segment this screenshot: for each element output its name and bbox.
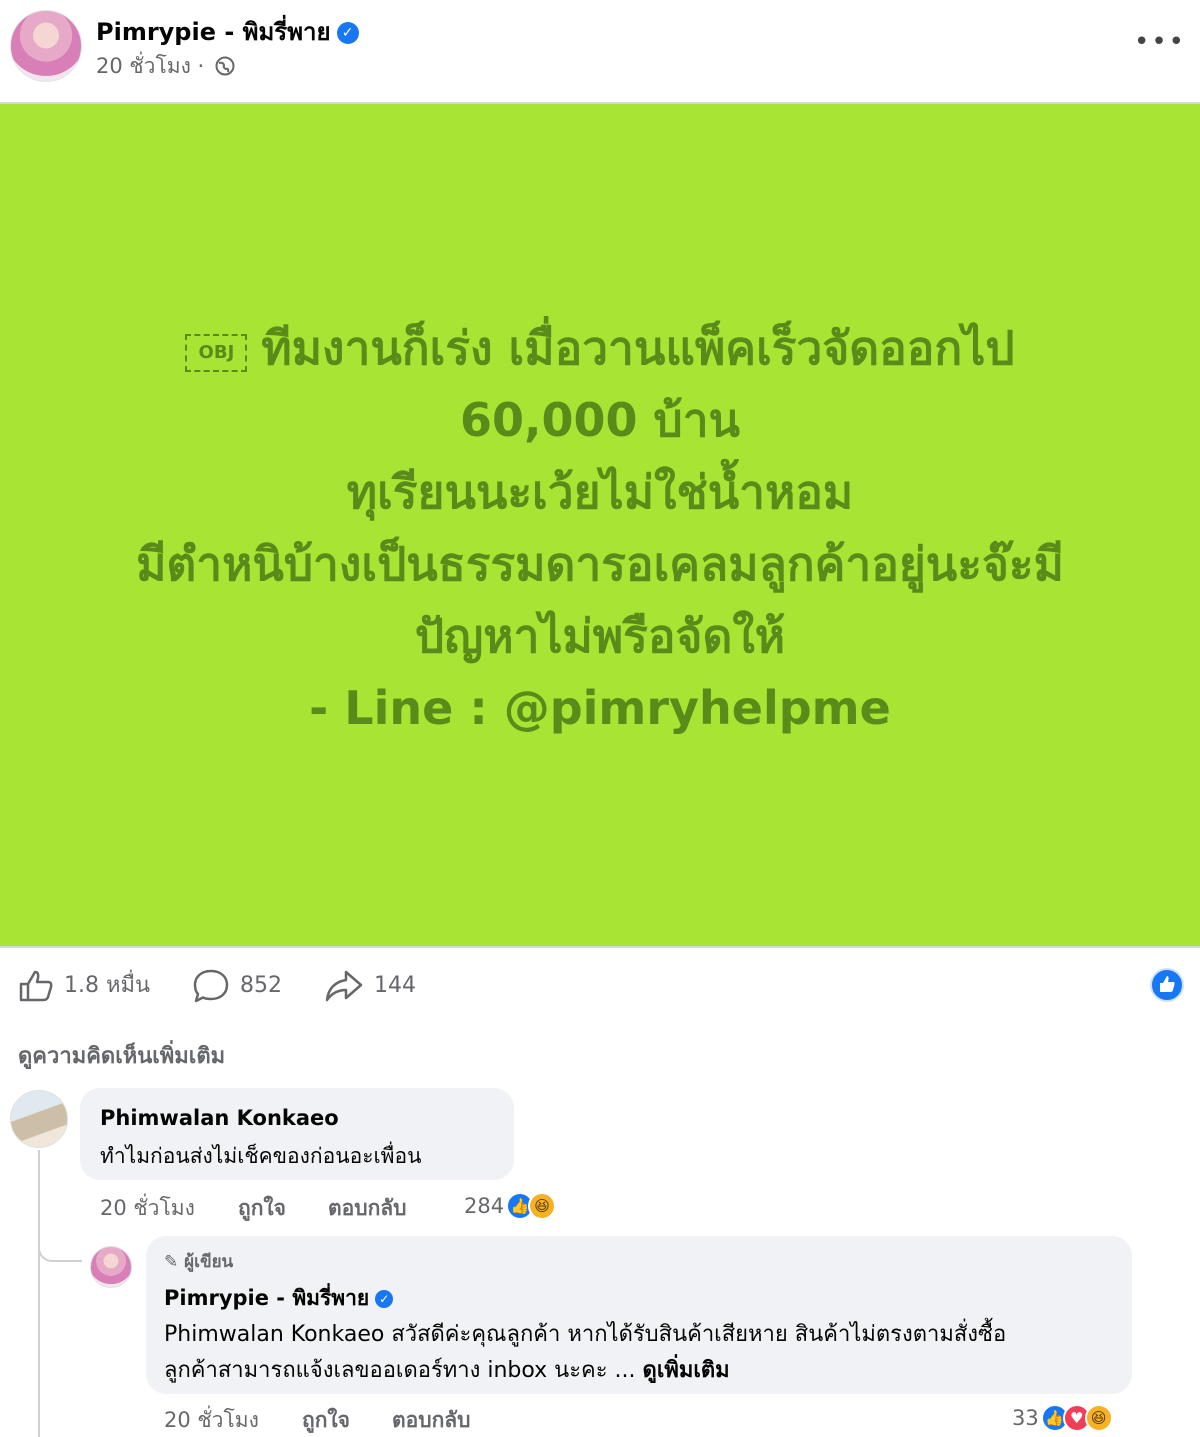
reply-reaction-count: 33	[1012, 1406, 1039, 1430]
more-options-icon[interactable]: •••	[1134, 29, 1184, 55]
comment-reactions[interactable]: 284 👍 😆	[464, 1192, 557, 1222]
thread-connector	[38, 1232, 82, 1262]
reply-reply-button[interactable]: ตอบกลับ	[392, 1404, 471, 1437]
comment-count: 852	[240, 973, 282, 998]
post-stats: 1.8 หมื่น 852 144	[0, 958, 1200, 1014]
reply-reactions[interactable]: 33 👍 ♥ 😆	[1012, 1404, 1113, 1434]
reply-timestamp[interactable]: 20 ชั่วโมง	[164, 1404, 259, 1437]
haha-reaction-icon: 😆	[528, 1192, 557, 1220]
thread-line	[38, 1150, 40, 1437]
reply-author-row: Pimrypie - พิมรี่พาย ✓	[164, 1282, 394, 1315]
page-name-link[interactable]: Pimrypie - พิมรี่พาย	[96, 18, 331, 46]
reply-text-line-2: ลูกค้าสามารถแจ้งเลขออเดอร์ทาง inbox นะคะ…	[164, 1352, 730, 1387]
comment-author[interactable]: Phimwalan Konkaeo	[100, 1106, 339, 1130]
page-avatar[interactable]	[10, 10, 82, 82]
reply-like-button[interactable]: ถูกใจ	[302, 1404, 350, 1437]
verified-badge-icon: ✓	[375, 1290, 394, 1308]
post-line-2: 60,000 บ้าน	[460, 393, 740, 447]
post-line-1: OBJ ทีมงานก็เร่ง เมื่อวานแพ็คเร็วจัดออกไป	[0, 312, 1200, 384]
share-count: 144	[374, 973, 416, 998]
comment-reply-button[interactable]: ตอบกลับ	[328, 1192, 407, 1225]
post-line-6: - Line : @pimryhelpme	[309, 681, 891, 735]
post-meta: 20 ชั่วโมง ·	[96, 50, 235, 83]
comment-timestamp[interactable]: 20 ชั่วโมง	[100, 1192, 195, 1225]
author-tag: ✎ ผู้เขียน	[164, 1248, 233, 1275]
see-more-link[interactable]: ดูเพิ่มเติม	[643, 1358, 730, 1383]
reply-author-avatar[interactable]	[90, 1246, 132, 1288]
page-name-row: Pimrypie - พิมรี่พาย ✓	[96, 12, 359, 51]
pencil-icon: ✎	[164, 1252, 179, 1272]
comment-like-button[interactable]: ถูกใจ	[238, 1192, 286, 1225]
comment-icon	[193, 969, 229, 1003]
globe-icon	[215, 56, 235, 76]
post-line-5: ปัญหาไม่พรือจัดให้	[414, 609, 786, 663]
reply-text-line-2-content: ลูกค้าสามารถแจ้งเลขออเดอร์ทาง inbox นะคะ…	[164, 1358, 636, 1383]
share-icon	[325, 970, 363, 1002]
reply-author[interactable]: Pimrypie - พิมรี่พาย	[164, 1286, 369, 1310]
thumbs-up-icon	[1160, 976, 1175, 992]
object-placeholder-icon: OBJ	[185, 334, 248, 372]
post-text: OBJ ทีมงานก็เร่ง เมื่อวานแพ็คเร็วจัดออกไป…	[0, 312, 1200, 744]
like-count: 1.8 หมื่น	[64, 973, 151, 998]
commenter-avatar[interactable]	[10, 1090, 68, 1148]
comment-reaction-count: 284	[464, 1194, 505, 1218]
post-line-3: ทุเรียนนะเว้ยไม่ใช่น้ำหอม	[346, 465, 854, 519]
comment-stat[interactable]: 852	[192, 968, 282, 1004]
author-tag-label: ผู้เขียน	[184, 1252, 234, 1272]
share-stat[interactable]: 144	[324, 968, 416, 1004]
verified-badge-icon: ✓	[336, 22, 359, 44]
post-header: Pimrypie - พิมรี่พาย ✓ 20 ชั่วโมง · •••	[0, 0, 1200, 102]
view-more-comments-link[interactable]: ดูความคิดเห็นเพิ่มเติม	[18, 1038, 225, 1073]
reply-text-line-1: Phimwalan Konkaeo สวัสดีค่ะคุณลูกค้า หาก…	[164, 1322, 1007, 1347]
haha-reaction-icon: 😆	[1084, 1404, 1113, 1432]
like-reaction-icon[interactable]	[1150, 968, 1184, 1002]
post-line-4: มีตำหนิบ้างเป็นธรรมดารอเคลมลูกค้าอยู่นะจ…	[136, 537, 1064, 591]
thumbs-up-icon	[19, 970, 53, 1002]
post-timestamp[interactable]: 20 ชั่วโมง ·	[96, 54, 204, 78]
like-stat[interactable]: 1.8 หมื่น	[18, 968, 150, 1004]
post-line-1-text: ทีมงานก็เร่ง เมื่อวานแพ็คเร็วจัดออกไป	[261, 321, 1015, 375]
comment-text: ทำไมก่อนส่งไม่เช็คของก่อนอะเพื่อน	[100, 1144, 422, 1168]
